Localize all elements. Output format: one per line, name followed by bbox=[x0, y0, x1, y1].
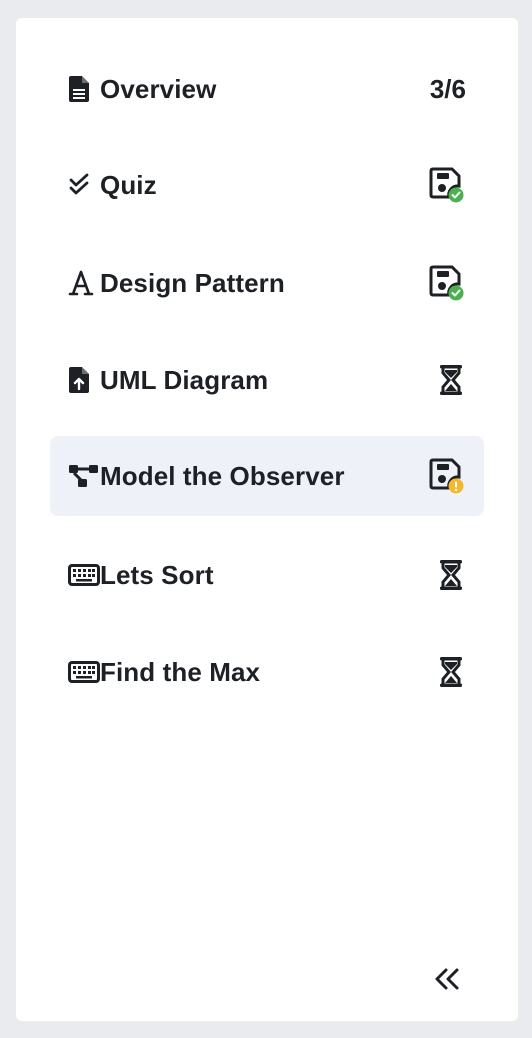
sidebar-item-design-pattern[interactable]: Design Pattern bbox=[50, 243, 484, 323]
sidebar-item-quiz[interactable]: Quiz bbox=[50, 145, 484, 225]
sidebar-item-model-the-observer[interactable]: Model the Observer bbox=[50, 436, 484, 516]
file-text-icon bbox=[68, 73, 100, 105]
hourglass-icon bbox=[426, 360, 466, 400]
double-chevron-left-icon bbox=[433, 967, 461, 996]
progress-count: 3/6 bbox=[429, 73, 466, 104]
font-icon bbox=[68, 267, 100, 299]
sidebar-item-label: Find the Max bbox=[100, 656, 261, 687]
double-check-icon bbox=[68, 169, 100, 201]
saved-warning-icon bbox=[426, 456, 466, 496]
sidebar-item-label: Lets Sort bbox=[100, 559, 214, 590]
keyboard-icon bbox=[68, 559, 100, 591]
saved-success-icon bbox=[426, 263, 466, 303]
sidebar-item-label: Design Pattern bbox=[100, 267, 285, 298]
saved-success-icon bbox=[426, 165, 466, 205]
file-upload-icon bbox=[68, 364, 100, 396]
sidebar-item-label: Overview bbox=[100, 73, 217, 104]
sidebar-item-lets-sort[interactable]: Lets Sort bbox=[50, 535, 484, 615]
collapse-sidebar-button[interactable] bbox=[426, 960, 468, 1002]
sidebar-item-find-the-max[interactable]: Find the Max bbox=[50, 632, 484, 712]
hourglass-icon bbox=[426, 652, 466, 692]
sidebar-item-label: Quiz bbox=[100, 169, 157, 200]
exercise-sidebar: Overview 3/6 Quiz Design Pattern UML Dia… bbox=[16, 18, 518, 1021]
sidebar-item-label: Model the Observer bbox=[100, 460, 345, 491]
sidebar-item-uml-diagram[interactable]: UML Diagram bbox=[50, 340, 484, 420]
diagram-project-icon bbox=[68, 460, 100, 492]
sidebar-item-label: UML Diagram bbox=[100, 364, 269, 395]
hourglass-icon bbox=[426, 555, 466, 595]
sidebar-item-overview[interactable]: Overview 3/6 bbox=[50, 49, 484, 129]
keyboard-icon bbox=[68, 656, 100, 688]
